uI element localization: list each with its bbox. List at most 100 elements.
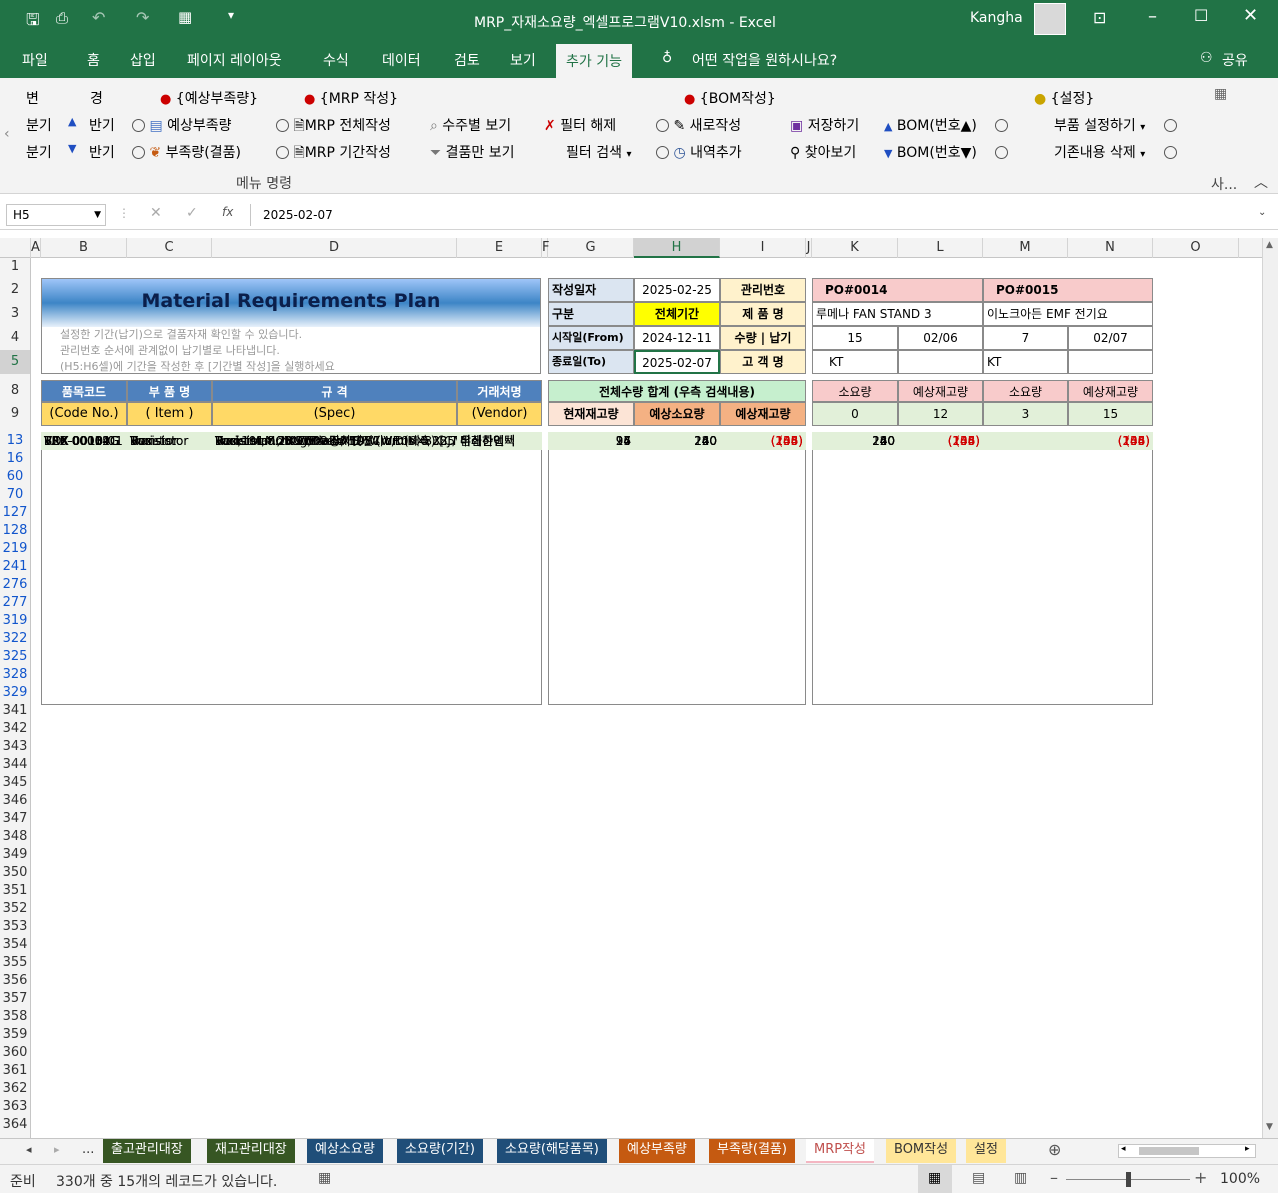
- row-header[interactable]: 356: [0, 972, 30, 990]
- row-header[interactable]: 9: [0, 402, 30, 426]
- radio-part-settings[interactable]: [1163, 119, 1177, 132]
- row-header[interactable]: 276: [0, 576, 30, 594]
- table-cell[interactable]: BOX-0013-01: [41, 432, 127, 450]
- table-cell[interactable]: 240: [634, 432, 720, 450]
- mrp-period-button[interactable]: MRP 기간작성: [305, 145, 391, 161]
- table-cell[interactable]: Box,191mmX200mmX1981mm(내측) [C/T: [212, 432, 457, 450]
- add-entry-button[interactable]: 내역추가: [690, 145, 742, 161]
- part-settings-button[interactable]: 부품 설정하기: [1054, 118, 1136, 134]
- scroll-thumb[interactable]: [1139, 1147, 1199, 1155]
- row-header[interactable]: 351: [0, 882, 30, 900]
- close-icon[interactable]: ✕: [1243, 5, 1258, 26]
- value-category[interactable]: 전체기간: [634, 302, 720, 326]
- radio-add[interactable]: [656, 146, 669, 159]
- row-header[interactable]: 346: [0, 792, 30, 810]
- fx-icon[interactable]: fx: [222, 205, 233, 219]
- radio-bom-up[interactable]: [995, 119, 1009, 132]
- row-header[interactable]: 343: [0, 738, 30, 756]
- next-sheet-icon[interactable]: ▸: [54, 1143, 60, 1156]
- page-break-icon[interactable]: ▥: [1014, 1170, 1027, 1186]
- half-up-button[interactable]: 반기: [89, 115, 115, 135]
- table-cell[interactable]: Box: [127, 432, 212, 450]
- radio-shortage[interactable]: [132, 146, 145, 159]
- shortage-button[interactable]: 부족량(결품): [166, 145, 241, 161]
- row-header[interactable]: 128: [0, 522, 30, 540]
- scroll-up-icon[interactable]: ▲: [1266, 240, 1273, 250]
- row-header[interactable]: 319: [0, 612, 30, 630]
- tab-view[interactable]: 보기: [510, 50, 536, 70]
- print-preview-icon[interactable]: ⎙: [56, 9, 68, 27]
- table-cell[interactable]: [983, 432, 1068, 450]
- form-icon[interactable]: ▦: [178, 8, 192, 26]
- row-header[interactable]: 4: [0, 326, 30, 350]
- add-sheet-icon[interactable]: ⊕: [1048, 1140, 1061, 1159]
- view-by-order-button[interactable]: 수주별 보기: [442, 118, 511, 134]
- radio-new[interactable]: [656, 119, 669, 132]
- save-button[interactable]: 저장하기: [808, 118, 860, 134]
- col-g[interactable]: G: [548, 238, 634, 258]
- table-cell[interactable]: 240: [812, 432, 898, 450]
- row-header[interactable]: 364: [0, 1116, 30, 1134]
- row-header[interactable]: 329: [0, 684, 30, 702]
- row-header[interactable]: 219: [0, 540, 30, 558]
- view-shortage-only-button[interactable]: 결품만 보기: [446, 145, 515, 161]
- row-header[interactable]: 60: [0, 468, 30, 486]
- avatar[interactable]: [1034, 3, 1066, 35]
- value-from[interactable]: 2024-12-11: [634, 326, 720, 350]
- row-header[interactable]: 322: [0, 630, 30, 648]
- grid-icon[interactable]: ▦: [1214, 86, 1227, 102]
- row-header[interactable]: 345: [0, 774, 30, 792]
- row-header[interactable]: 348: [0, 828, 30, 846]
- save-icon[interactable]: 🖫: [26, 9, 40, 36]
- sheet-tab[interactable]: 재고관리대장: [207, 1139, 295, 1163]
- row-header[interactable]: 2: [0, 278, 30, 302]
- half-down-button[interactable]: 반기: [89, 142, 115, 162]
- row-header[interactable]: 241: [0, 558, 30, 576]
- row-header[interactable]: 277: [0, 594, 30, 612]
- row-header[interactable]: 13: [0, 432, 30, 450]
- col-l[interactable]: L: [898, 238, 983, 258]
- normal-view-icon[interactable]: ▦: [918, 1165, 952, 1193]
- tab-file[interactable]: 파일: [22, 50, 48, 70]
- col-i[interactable]: I: [720, 238, 806, 258]
- tab-review[interactable]: 검토: [454, 50, 480, 70]
- chevron-down-icon[interactable]: ▼: [94, 205, 101, 225]
- row-header[interactable]: 357: [0, 990, 30, 1008]
- tab-page-layout[interactable]: 페이지 레이아웃: [187, 50, 282, 70]
- name-box[interactable]: H5 ▼: [6, 204, 106, 226]
- col-k[interactable]: K: [812, 238, 898, 258]
- expand-formula-icon[interactable]: ⌄: [1258, 207, 1266, 218]
- minimize-icon[interactable]: –: [1148, 6, 1157, 27]
- maximize-icon[interactable]: ☐: [1194, 6, 1208, 25]
- tab-data[interactable]: 데이터: [382, 50, 421, 70]
- mrp-all-button[interactable]: MRP 전체작성: [305, 118, 391, 134]
- col-b[interactable]: B: [41, 238, 127, 258]
- row-header[interactable]: 3: [0, 302, 30, 326]
- customize-icon[interactable]: ▾: [228, 8, 234, 22]
- vertical-scrollbar[interactable]: ▲ ▼: [1262, 238, 1278, 1138]
- row-header[interactable]: 1: [0, 258, 30, 276]
- macro-icon[interactable]: ▦: [318, 1170, 331, 1186]
- horizontal-scrollbar[interactable]: ◂ ▸: [1118, 1144, 1256, 1158]
- row-header[interactable]: 344: [0, 756, 30, 774]
- radio-mrp-period[interactable]: [276, 146, 289, 159]
- row-header[interactable]: 127: [0, 504, 30, 522]
- sheet-tab[interactable]: 부족량(결품): [709, 1139, 795, 1163]
- tab-formulas[interactable]: 수식: [323, 50, 349, 70]
- table-cell[interactable]: (145): [1068, 432, 1153, 450]
- row-header[interactable]: 353: [0, 918, 30, 936]
- row-header[interactable]: 361: [0, 1062, 30, 1080]
- row-header[interactable]: 363: [0, 1098, 30, 1116]
- row-header[interactable]: 328: [0, 666, 30, 684]
- cancel-icon[interactable]: ✕: [150, 205, 162, 221]
- scroll-down-icon[interactable]: ▼: [1266, 1122, 1273, 1132]
- enter-icon[interactable]: ✓: [186, 205, 198, 221]
- scroll-left-icon[interactable]: ◂: [1121, 1144, 1126, 1154]
- collapse-ribbon-icon[interactable]: ︿: [1254, 172, 1268, 192]
- bom-down-button[interactable]: BOM(번호▼): [897, 145, 977, 161]
- row-header[interactable]: 359: [0, 1026, 30, 1044]
- col-c[interactable]: C: [127, 238, 212, 258]
- sheet-tab[interactable]: 예상부족량: [619, 1139, 695, 1163]
- bom-up-button[interactable]: BOM(번호▲): [897, 118, 977, 134]
- sheet-tab[interactable]: 예상소요량: [307, 1139, 383, 1163]
